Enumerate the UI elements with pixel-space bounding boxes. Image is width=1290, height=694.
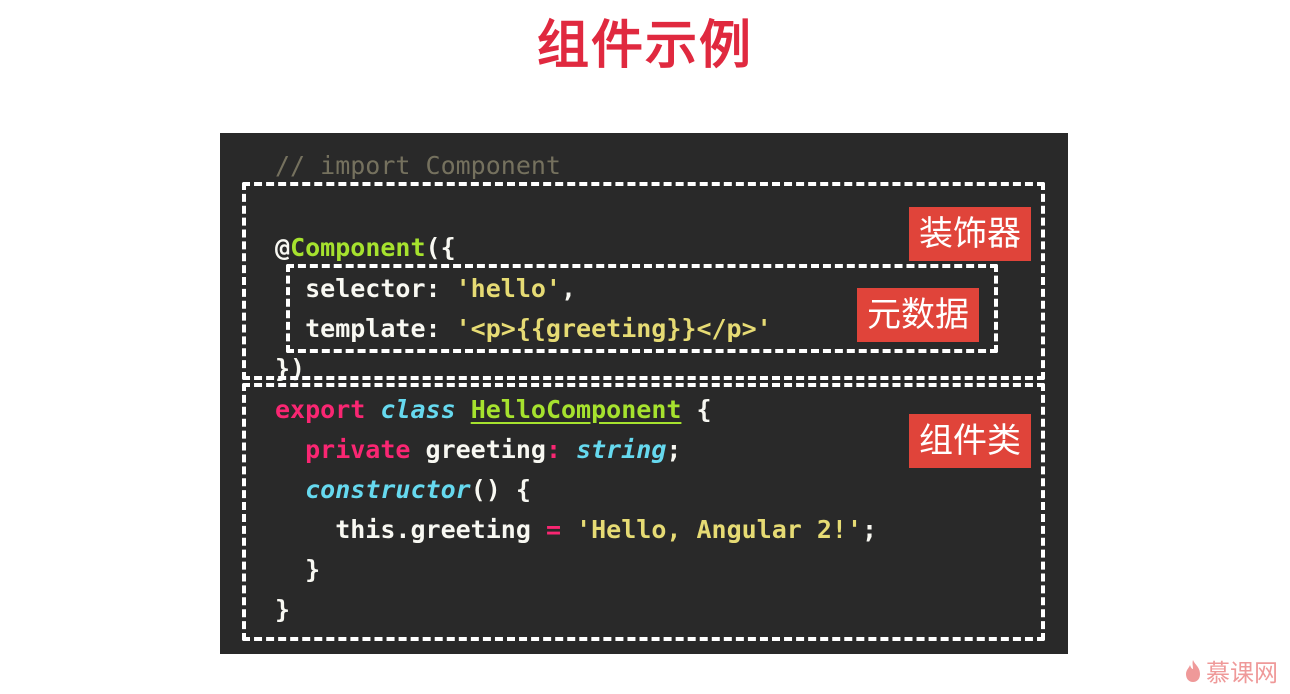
slide: 组件示例 // import Component @Component({ sel… <box>0 0 1290 694</box>
slide-title: 组件示例 <box>536 16 753 76</box>
component-class-tag: 组件类 <box>909 414 1031 468</box>
metadata-tag: 元数据 <box>857 288 979 342</box>
watermark-text: 慕课网 <box>1206 659 1278 687</box>
code-panel: // import Component @Component({ selector… <box>220 133 1068 654</box>
flame-icon <box>1184 659 1202 683</box>
decorator-tag: 装饰器 <box>909 207 1031 261</box>
code-token: // import Component <box>275 151 561 180</box>
code-line: // import Component <box>275 149 561 183</box>
watermark: 慕课网 <box>1184 653 1278 688</box>
